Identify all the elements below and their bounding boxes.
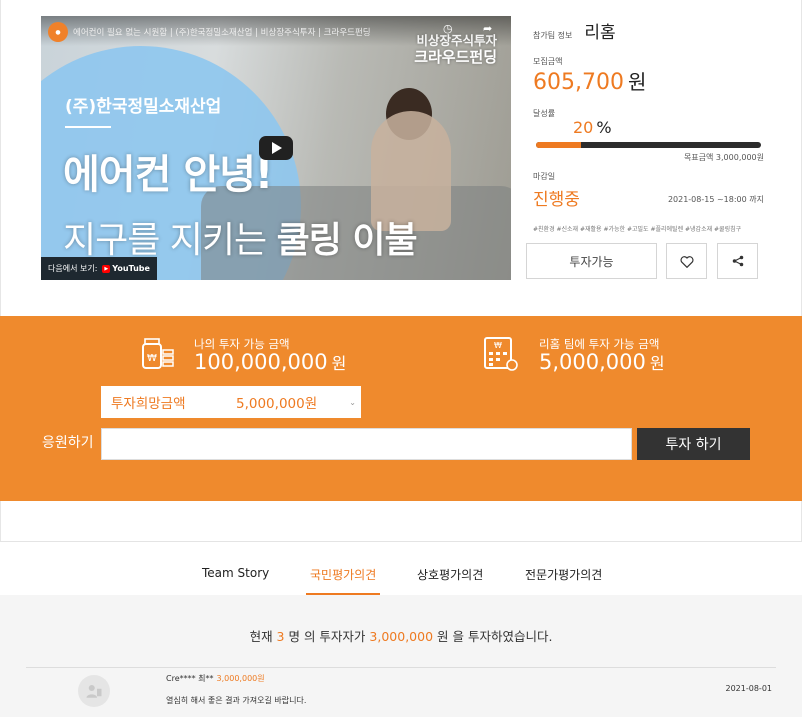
- heart-icon: [680, 255, 693, 268]
- raised-unit: 원: [627, 70, 647, 94]
- raised-amount: 605,700 원: [533, 66, 646, 95]
- achievement-value: 20%: [573, 118, 612, 137]
- share-button[interactable]: [717, 243, 758, 279]
- cheer-message-input[interactable]: [101, 428, 632, 460]
- investment-summary: 현재 3 명 의 투자자가 3,000,000 원 을 투자하였습니다.: [0, 626, 802, 645]
- svg-text:₩: ₩: [494, 341, 502, 350]
- video-headline-1: 에어컨 안녕!: [63, 152, 273, 198]
- comment-date: 2021-08-01: [725, 684, 773, 693]
- target-amount: 목표금액 3,000,000원: [683, 153, 764, 162]
- team-info: 참가팀 정보 리홈: [533, 18, 616, 43]
- team-available-unit: 원: [649, 354, 665, 373]
- youtube-logo: YouTube: [102, 264, 150, 273]
- team-available-amount: 5,000,000 원: [539, 350, 665, 374]
- deadline-label: 마감일: [533, 172, 556, 181]
- video-brand-text: 비상장주식투자 크라우드펀딩: [414, 32, 497, 66]
- comment-text: 열심히 해서 좋은 결과 가져오길 바랍니다.: [166, 696, 307, 705]
- tab-bar: Team Story 국민평가의견 상호평가의견 전문가평가의견: [0, 541, 802, 595]
- spacer-band: [0, 501, 802, 541]
- summary-text-2: 명 의 투자자가: [284, 629, 370, 644]
- summary-text-1: 현재: [249, 629, 277, 644]
- money-bag-icon: ₩: [142, 338, 174, 369]
- video-headline-2: 지구를 지키는 쿨링 이불: [63, 211, 418, 263]
- investment-panel: ₩ 나의 투자 가능 금액 100,000,000 원 ₩ 리홈 팀에 투자 가능…: [0, 316, 802, 501]
- like-button[interactable]: [666, 243, 707, 279]
- video-divider: [65, 126, 111, 128]
- tab-expert-review[interactable]: 전문가평가의견: [525, 566, 602, 583]
- summary-investor-count: 3: [276, 629, 285, 644]
- svg-text:₩: ₩: [147, 353, 157, 364]
- video-brand-line2: 크라우드펀딩: [414, 48, 497, 66]
- hashtag-list: #친환경 #신소재 #재활용 #가능한 #고밀도 #플리에틸렌 #냉감소재 #쿨…: [533, 226, 742, 233]
- achievement-label: 달성률: [533, 109, 556, 118]
- achievement-unit: %: [596, 118, 612, 137]
- watch-on-youtube-link[interactable]: 다음에서 보기: YouTube: [41, 257, 157, 280]
- invest-submit-button[interactable]: 투자 하기: [637, 428, 750, 460]
- video-company-name: (주)한국정밀소재산업: [65, 97, 222, 117]
- summary-text-3: 원 을 투자하였습니다.: [433, 629, 553, 644]
- tab-team-story[interactable]: Team Story: [202, 566, 269, 580]
- tab-peer-review[interactable]: 상호평가의견: [417, 566, 483, 583]
- chevron-down-icon: ⌄: [349, 397, 356, 407]
- video-headline-2a: 지구를 지키는: [63, 220, 277, 261]
- summary-amount: 3,000,000: [369, 629, 434, 644]
- my-available-value: 100,000,000: [194, 350, 328, 374]
- my-available-amount: 100,000,000 원: [194, 350, 346, 374]
- comment-author: Cre**** 최** 3,000,000원: [166, 673, 265, 684]
- team-name: 리홈: [584, 23, 616, 43]
- summary-divider: [26, 667, 776, 668]
- watch-on-label: 다음에서 보기:: [48, 264, 98, 273]
- calculator-icon: ₩: [484, 337, 518, 371]
- share-nodes-icon: [732, 255, 743, 267]
- comment-amount: 3,000,000원: [216, 674, 265, 683]
- select-label: 투자희망금액: [111, 396, 186, 412]
- my-available-unit: 원: [331, 354, 347, 373]
- review-section: 현재 3 명 의 투자자가 3,000,000 원 을 투자하였습니다. Cre…: [0, 595, 802, 717]
- invest-status-button[interactable]: 투자가능: [526, 243, 657, 279]
- cheer-label: 응원하기: [42, 435, 94, 451]
- deadline-date: 2021-08-15 ~18:00 까지: [667, 195, 764, 204]
- achievement-progress-bar: [536, 142, 761, 148]
- investment-amount-select[interactable]: 투자희망금액 5,000,000원 ⌄: [101, 386, 361, 418]
- play-button-icon[interactable]: [259, 136, 293, 160]
- team-label: 참가팀 정보: [533, 31, 573, 40]
- video-brand-line1: 비상장주식투자: [416, 33, 497, 48]
- video-title[interactable]: 에어컨이 필요 없는 시원함 | (주)한국정밀소재산업 | 비상장주식투자 |…: [73, 26, 371, 38]
- comment-author-name: Cre**** 최**: [166, 674, 214, 683]
- youtube-video-player[interactable]: ● 에어컨이 필요 없는 시원함 | (주)한국정밀소재산업 | 비상장주식투자…: [41, 16, 511, 280]
- achievement-progress-fill: [536, 142, 581, 148]
- status-badge: 진행중: [533, 190, 580, 210]
- user-avatar-icon: [86, 685, 102, 698]
- achievement-number: 20: [573, 118, 594, 137]
- team-available-value: 5,000,000: [539, 350, 646, 374]
- select-value: 5,000,000원: [236, 396, 318, 412]
- raised-value: 605,700: [533, 70, 624, 95]
- avatar: [78, 675, 110, 707]
- channel-logo-icon[interactable]: ●: [48, 22, 68, 42]
- video-headline-2b: 쿨링 이불: [276, 220, 418, 261]
- tab-public-review[interactable]: 국민평가의견: [310, 566, 376, 583]
